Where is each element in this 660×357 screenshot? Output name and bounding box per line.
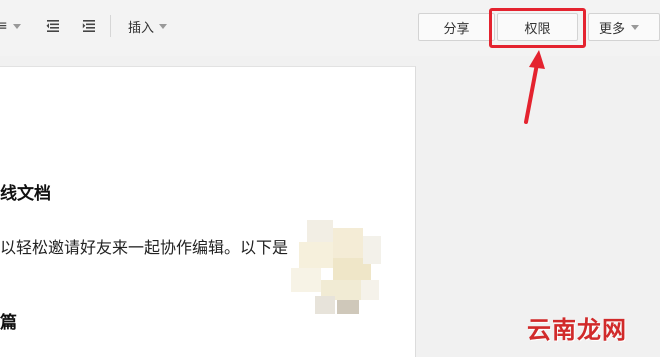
indent-decrease-button[interactable]: [46, 14, 60, 38]
chevron-down-icon: [12, 23, 21, 29]
list-format-icon: ≡: [0, 18, 8, 34]
red-arrow-annotation: [524, 50, 545, 124]
indent-increase-button[interactable]: [82, 14, 96, 38]
permission-highlight-box: [489, 8, 586, 48]
insert-menu[interactable]: 插入: [128, 14, 168, 38]
outdent-icon: [46, 20, 59, 32]
more-button[interactable]: 更多: [588, 13, 660, 41]
insert-label: 插入: [128, 20, 155, 36]
document-page[interactable]: 线文档 以轻松邀请好友来一起协作编辑。以下是 篇: [0, 66, 416, 357]
document-heading: 线文档: [0, 184, 51, 204]
watermark-logo: 云南龙网: [527, 316, 627, 344]
document-paragraph: 以轻松邀请好友来一起协作编辑。以下是: [0, 238, 289, 257]
blurred-image: [285, 220, 385, 315]
more-label: 更多: [599, 21, 626, 37]
list-format-dropdown[interactable]: ≡: [0, 14, 21, 38]
indent-icon: [82, 20, 95, 32]
chevron-down-icon: [631, 24, 640, 30]
toolbar-divider: [110, 15, 111, 37]
share-label: 分享: [443, 21, 470, 37]
document-subheading: 篇: [0, 313, 17, 333]
share-button[interactable]: 分享: [418, 13, 495, 41]
chevron-down-icon: [159, 23, 168, 29]
